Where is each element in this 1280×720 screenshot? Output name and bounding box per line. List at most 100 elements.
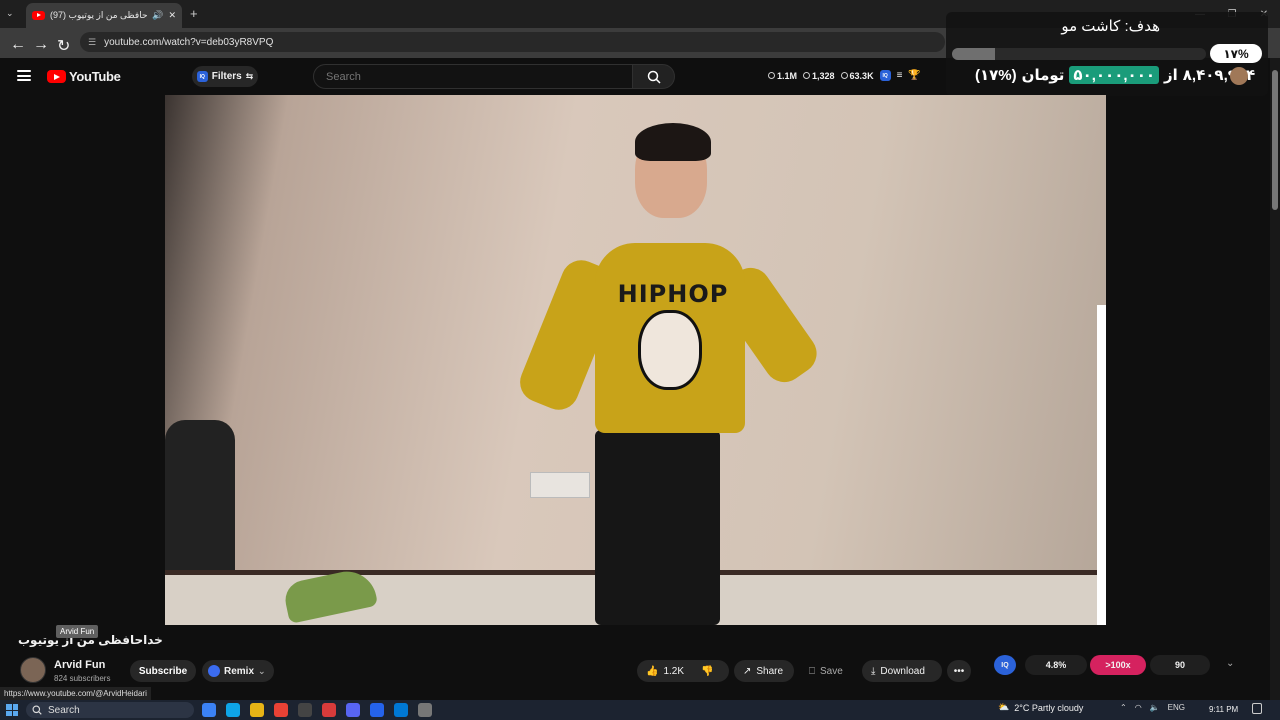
notification-icon[interactable] (1252, 703, 1262, 714)
speaker-icon[interactable]: 🔊 (152, 10, 163, 21)
url-text: youtube.com/watch?v=deb03yR8VPQ (104, 36, 274, 48)
download-label: Download (880, 665, 925, 677)
share-icon: ↗ (743, 665, 752, 677)
goal-amount: ۸,۴۰۹,۹۹۴ از ۵۰,۰۰۰,۰۰۰ تومان (۱۷%) (975, 66, 1255, 84)
percent-paren: (۱۷%) (975, 67, 1017, 84)
bookmark-icon: ⎕ (809, 665, 815, 677)
ratio-metric: >100x (1090, 655, 1146, 675)
new-tab-icon[interactable]: + (190, 6, 198, 21)
weather-cloud-icon: ⛅ (998, 702, 1010, 712)
video-boy-legs (595, 430, 720, 625)
youtube-play-icon (47, 70, 66, 83)
of-word: از (1164, 67, 1178, 84)
hamburger-menu-icon[interactable] (17, 70, 31, 81)
save-button[interactable]: ⎕ Save (800, 660, 858, 682)
list-icon[interactable]: ≡ (897, 70, 903, 81)
sliders-icon: ⇆ (245, 71, 254, 81)
chevron-up-icon[interactable]: ⌃ (1120, 703, 1127, 712)
weather-text: 2°C Partly cloudy (1014, 702, 1084, 713)
remix-icon (208, 665, 220, 677)
remix-button[interactable]: Remix ⌄ (202, 660, 274, 682)
video-door-edge (1097, 305, 1106, 625)
iq-button[interactable]: IQ (994, 655, 1016, 675)
channel-avatar[interactable] (20, 657, 46, 683)
iq-icon[interactable]: IQ (879, 70, 891, 81)
goal-label: هدف: کاشت مو (1061, 18, 1160, 35)
remix-label: Remix (224, 665, 255, 677)
youtube-logo[interactable]: YouTube (47, 69, 121, 84)
trophy-icon[interactable]: 🏆 (908, 70, 920, 81)
language-indicator[interactable]: ENG (1168, 703, 1185, 712)
share-label: Share (756, 665, 784, 677)
like-dislike-group: 👍 1.2K 👎 (637, 660, 729, 682)
tab-list-chevron-icon[interactable]: ⌄ (6, 8, 14, 19)
currency-label: تومان (1021, 67, 1065, 84)
thumbs-down-icon[interactable]: 👎 (701, 666, 713, 677)
clock-icon (768, 72, 775, 79)
stat-current: 1,328 (803, 71, 835, 81)
eye-icon (840, 72, 848, 79)
goal-progress-bar (952, 48, 1206, 60)
download-button[interactable]: ⤓ Download (862, 660, 942, 682)
channel-tooltip: Arvid Fun (56, 625, 99, 638)
chevron-down-icon: ⌄ (258, 665, 266, 676)
app-store-icon[interactable] (298, 703, 312, 717)
more-actions-icon[interactable]: ••• (947, 660, 971, 682)
tab-title: (97) خداحافظی من از یوتیوب (50, 10, 148, 20)
wifi-icon[interactable]: ◠ (1135, 703, 1142, 712)
search-button[interactable] (632, 64, 675, 89)
scrollbar-thumb[interactable] (1272, 70, 1278, 210)
score-metric: 90 (1150, 655, 1210, 675)
subscribe-button[interactable]: Subscribe (130, 660, 196, 682)
site-info-icon[interactable]: ☰ (88, 37, 96, 48)
channel-name[interactable]: Arvid Fun (54, 659, 105, 671)
app-opera-icon[interactable] (322, 703, 336, 717)
filters-button[interactable]: IQ Filters ⇆ (192, 66, 258, 87)
app-copilot-icon[interactable] (202, 703, 216, 717)
iq-icon: IQ (196, 71, 208, 82)
video-player[interactable]: HIPHOP (165, 95, 1106, 625)
taskbar-search-label: Search (48, 704, 80, 716)
app-edge-icon[interactable] (226, 703, 240, 717)
engagement-metric: 4.8% (1025, 655, 1087, 675)
stat-total: 63.3K (840, 71, 874, 81)
overlay-avatar (1230, 67, 1248, 85)
reload-icon[interactable]: ↻ (57, 36, 70, 56)
app-explorer-icon[interactable] (250, 703, 264, 717)
filters-label: Filters (211, 71, 242, 82)
stat-views: 1.1M (768, 71, 797, 81)
forward-icon[interactable]: → (33, 36, 49, 54)
thumbs-up-icon[interactable]: 👍 (646, 666, 658, 677)
video-boy-hair (635, 123, 711, 161)
taskbar-search[interactable]: Search (26, 702, 194, 718)
shirt-print-face (638, 310, 702, 390)
video-stats: 1.1M 1,328 63.3K IQ ≡ 🏆 (768, 70, 921, 81)
app-pen-icon[interactable] (370, 703, 384, 717)
search-input[interactable] (313, 64, 633, 89)
share-button[interactable]: ↗ Share (734, 660, 794, 682)
shirt-print-text: HIPHOP (617, 280, 729, 308)
metrics-expand-icon[interactable]: ⌄ (1226, 658, 1234, 669)
system-tray: ⌃ ◠ 🔈 ENG (1120, 703, 1185, 712)
status-url: https://www.youtube.com/@ArvidHeidari (0, 687, 151, 700)
video-bag (165, 420, 235, 590)
target-amount: ۵۰,۰۰۰,۰۰۰ (1069, 66, 1159, 84)
like-count[interactable]: 1.2K (663, 666, 684, 677)
search-icon (647, 70, 661, 84)
logo-text: YouTube (69, 69, 121, 84)
browser-tab[interactable]: (97) خداحافظی من از یوتیوب 🔊 ✕ (26, 3, 182, 28)
windows-start-icon[interactable] (6, 704, 18, 716)
app-discord-icon[interactable] (346, 703, 360, 717)
taskbar-apps (202, 703, 432, 717)
app-settings-icon[interactable] (418, 703, 432, 717)
tab-close-icon[interactable]: ✕ (168, 10, 176, 21)
subscriber-count: 824 subscribers (54, 674, 111, 683)
address-bar[interactable]: ☰ youtube.com/watch?v=deb03yR8VPQ (80, 32, 945, 52)
app-vscode-icon[interactable] (394, 703, 408, 717)
taskbar-clock[interactable]: 9:11 PM (1209, 705, 1238, 714)
app-chrome-icon[interactable] (274, 703, 288, 717)
back-icon[interactable]: ← (10, 36, 26, 54)
volume-icon[interactable]: 🔈 (1150, 703, 1160, 712)
search-icon (32, 705, 42, 715)
weather-widget[interactable]: ⛅ 2°C Partly cloudy (998, 702, 1083, 713)
